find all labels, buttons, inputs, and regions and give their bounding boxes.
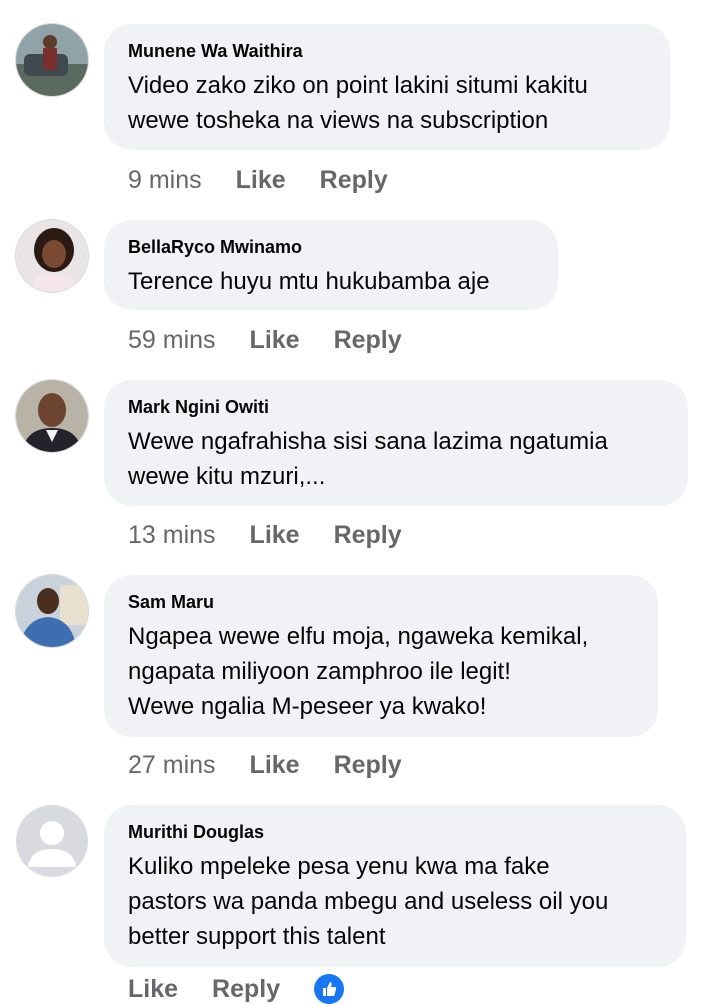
comment-actions: 9 mins Like Reply [128,163,422,197]
comment-text: Kuliko mpeleke pesa yenu kwa ma fake pas… [128,853,609,950]
like-button[interactable]: Like [250,751,300,780]
photo-avatar-icon [16,24,88,96]
avatar[interactable] [16,220,88,292]
like-thumb-icon[interactable] [314,974,345,1004]
avatar[interactable] [16,575,88,647]
photo-avatar-icon [16,380,88,452]
comment-author[interactable]: Murithi Douglas [128,821,662,843]
like-button[interactable]: Like [236,166,286,195]
comment-text: Video zako ziko on point lakini situmi k… [128,72,588,134]
avatar[interactable] [16,805,88,877]
comment-bubble: Munene Wa Waithira Video zako ziko on po… [104,24,670,150]
comment-actions: 59 mins Like Reply [128,323,436,357]
comment-time[interactable]: 59 mins [128,326,216,355]
reply-button[interactable]: Reply [334,521,402,550]
default-profile-icon [16,805,88,877]
comment-bubble: BellaRyco Mwinamo Terence huyu mtu hukub… [104,220,558,310]
comment-time[interactable]: 27 mins [128,751,216,780]
comment-bubble: Mark Ngini Owiti Wewe ngafrahisha sisi s… [104,380,688,506]
photo-avatar-icon [16,575,88,647]
comment-bubble: Sam Maru Ngapea wewe elfu moja, ngaweka … [104,575,658,737]
comment-actions: 27 mins Like Reply [128,748,436,782]
comment-actions: 13 mins Like Reply [128,518,436,552]
reply-button[interactable]: Reply [212,975,280,1004]
comment-bubble: Murithi Douglas Kuliko mpeleke pesa yenu… [104,805,686,967]
comment-author[interactable]: Munene Wa Waithira [128,40,646,62]
comment-time[interactable]: 13 mins [128,521,216,550]
reply-button[interactable]: Reply [334,751,402,780]
comment-time[interactable]: 9 mins [128,166,202,195]
reply-button[interactable]: Reply [334,326,402,355]
like-button[interactable]: Like [250,326,300,355]
avatar[interactable] [16,24,88,96]
like-button[interactable]: Like [128,975,178,1004]
comment-author[interactable]: BellaRyco Mwinamo [128,236,534,258]
comment-author[interactable]: Mark Ngini Owiti [128,396,664,418]
reply-button[interactable]: Reply [320,166,388,195]
avatar[interactable] [16,380,88,452]
comment-text: Ngapea wewe elfu moja, ngaweka kemikal, … [128,623,589,720]
like-button[interactable]: Like [250,521,300,550]
comment-text: Wewe ngafrahisha sisi sana lazima ngatum… [128,428,608,490]
comment-actions: Like Reply [128,974,354,1004]
photo-avatar-icon [16,220,88,292]
comment-author[interactable]: Sam Maru [128,591,634,613]
comment-text: Terence huyu mtu hukubamba aje [128,268,490,295]
